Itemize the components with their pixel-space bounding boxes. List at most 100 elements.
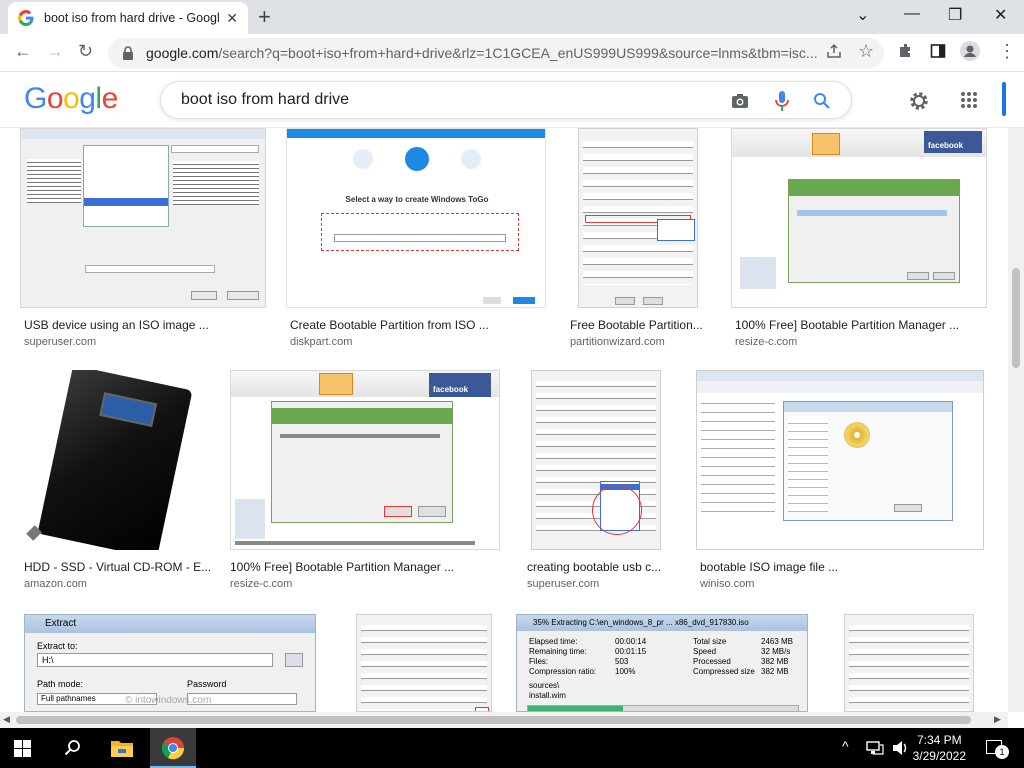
result-card[interactable]: facebook 100% Free] Bootable Partition M… [230, 370, 500, 590]
result-card[interactable] [340, 614, 492, 712]
files-label: Files: [529, 657, 549, 666]
search-input[interactable] [181, 91, 701, 109]
result-source[interactable]: resize-c.com [735, 336, 797, 348]
forward-button[interactable]: → [46, 41, 64, 62]
scroll-right-icon[interactable]: ▶ [994, 714, 1001, 725]
result-caption[interactable]: Create Bootable Partition from ISO ... [290, 318, 489, 332]
back-button [483, 297, 501, 304]
address-bar[interactable]: google.com/search?q=boot+iso+from+hard+d… [108, 38, 884, 68]
window-titlebar [287, 129, 545, 138]
result-source[interactable]: amazon.com [24, 578, 87, 590]
result-caption[interactable]: 100% Free] Bootable Partition Manager ..… [230, 560, 454, 574]
maximize-button[interactable]: ❐ [948, 5, 962, 25]
search-icon[interactable] [813, 92, 831, 110]
result-caption[interactable]: Free Bootable Partition... [570, 318, 703, 332]
result-card[interactable]: facebook 100% Free] Bootable Partition M… [731, 128, 987, 348]
result-card[interactable]: HDD - SSD - Virtual CD-ROM - E... amazon… [20, 370, 211, 590]
clock-time: 7:34 PM [916, 733, 962, 747]
profile-avatar-icon[interactable] [960, 41, 980, 61]
result-card[interactable]: USB device using an ISO image ... superu… [20, 128, 266, 348]
result-source[interactable]: partitionwizard.com [570, 336, 665, 348]
chrome-taskbar-button[interactable] [150, 728, 196, 768]
horizontal-scroll-thumb[interactable] [16, 716, 971, 724]
vertical-scroll-thumb[interactable] [1012, 268, 1020, 368]
next-button [513, 297, 535, 304]
result-thumbnail[interactable]: facebook [731, 128, 987, 308]
horizontal-scrollbar[interactable]: ◀ ▶ [0, 712, 1008, 728]
reload-button[interactable]: ↻ [78, 41, 93, 62]
tab-strip: boot iso from hard drive - Googl ✕ + ⌄ —… [0, 0, 1024, 34]
result-thumbnail[interactable]: 35% Extracting C:\en_windows_8_pr ... x8… [516, 614, 808, 712]
share-icon[interactable] [826, 43, 842, 59]
vertical-scrollbar[interactable] [1008, 128, 1024, 712]
file-explorer-icon[interactable] [110, 738, 134, 758]
notification-center-icon[interactable]: 1 [986, 740, 1009, 759]
browser-tab[interactable]: boot iso from hard drive - Googl ✕ [8, 2, 248, 34]
result-caption[interactable]: 100% Free] Bootable Partition Manager ..… [735, 318, 959, 332]
result-caption[interactable]: USB device using an ISO image ... [24, 318, 209, 332]
result-thumbnail[interactable] [356, 614, 492, 712]
result-thumbnail[interactable]: Select a way to create Windows ToGo [286, 128, 546, 308]
side-panel-icon[interactable] [930, 43, 946, 59]
microphone-icon[interactable] [775, 90, 789, 112]
system-clock[interactable]: 7:34 PM 3/29/2022 [913, 732, 966, 764]
result-card[interactable]: creating bootable usb c... superuser.com [525, 370, 675, 590]
tab-close-icon[interactable]: ✕ [226, 10, 238, 27]
dialog-titlebar [21, 129, 265, 139]
bookmark-star-icon[interactable]: ☆ [858, 41, 874, 62]
result-source[interactable]: diskpart.com [290, 336, 352, 348]
result-card[interactable]: Extract Extract to: H:\ Path mode: Passw… [24, 614, 316, 712]
scroll-left-icon[interactable]: ◀ [3, 714, 10, 725]
result-source[interactable]: superuser.com [527, 578, 599, 590]
volume-icon[interactable] [892, 740, 910, 756]
steps-panel [740, 257, 776, 289]
result-caption[interactable]: bootable ISO image file ... [700, 560, 838, 574]
result-thumbnail[interactable] [844, 614, 974, 712]
google-logo[interactable]: Google [24, 82, 118, 116]
result-source[interactable]: superuser.com [24, 336, 96, 348]
result-card[interactable]: 35% Extracting C:\en_windows_8_pr ... x8… [516, 614, 808, 712]
camera-icon[interactable] [731, 93, 749, 109]
text-lines [173, 161, 259, 205]
progress-labels-right: Total size Speed Processed Compressed si… [693, 637, 755, 677]
clock-date: 3/29/2022 [912, 749, 966, 763]
result-thumbnail[interactable] [578, 128, 698, 308]
result-card[interactable]: bootable ISO image file ... winiso.com [696, 370, 986, 590]
result-thumbnail[interactable] [696, 370, 984, 550]
result-thumbnail[interactable] [531, 370, 661, 550]
result-card[interactable]: Free Bootable Partition... partitionwiza… [566, 128, 712, 348]
new-tab-button[interactable]: + [258, 4, 271, 30]
total-size-label: Total size [693, 637, 727, 646]
result-caption[interactable]: creating bootable usb c... [527, 560, 661, 574]
close-window-button[interactable]: ✕ [994, 5, 1007, 25]
chevron-up-icon[interactable]: ^ [842, 738, 849, 754]
browser-menu-icon[interactable]: ⋮ [998, 41, 1016, 62]
lock-icon [123, 46, 133, 60]
url-path: /search?q=boot+iso+from+hard+drive&rlz=1… [218, 45, 818, 61]
progress-bar [797, 210, 947, 216]
result-source[interactable]: resize-c.com [230, 578, 292, 590]
result-thumbnail[interactable]: facebook [230, 370, 500, 550]
search-icon[interactable] [64, 739, 82, 757]
minimize-button[interactable]: — [904, 5, 920, 23]
result-thumbnail[interactable] [20, 370, 208, 550]
search-box [160, 81, 852, 119]
result-card[interactable]: Select a way to create Windows ToGo Crea… [286, 128, 546, 348]
gear-icon[interactable] [908, 90, 930, 112]
drive-field [85, 265, 215, 273]
elapsed-label: Elapsed time: [529, 637, 578, 646]
result-caption[interactable]: HDD - SSD - Virtual CD-ROM - E... [24, 560, 211, 574]
result-source[interactable]: winiso.com [700, 578, 754, 590]
back-button[interactable]: ← [14, 41, 32, 62]
result-thumbnail[interactable]: Extract Extract to: H:\ Path mode: Passw… [24, 614, 316, 712]
browser-toolbar: ← → ↻ google.com/search?q=boot+iso+from+… [0, 34, 1024, 72]
folder-tree [788, 416, 828, 512]
chevron-down-icon[interactable]: ⌄ [856, 5, 869, 25]
result-card[interactable] [838, 614, 978, 712]
network-icon[interactable] [866, 741, 884, 755]
windows-start-icon[interactable] [14, 740, 31, 757]
extensions-icon[interactable] [898, 43, 914, 59]
result-thumbnail[interactable] [20, 128, 266, 308]
notification-count-badge: 1 [995, 745, 1009, 759]
apps-grid-icon[interactable] [960, 91, 978, 109]
